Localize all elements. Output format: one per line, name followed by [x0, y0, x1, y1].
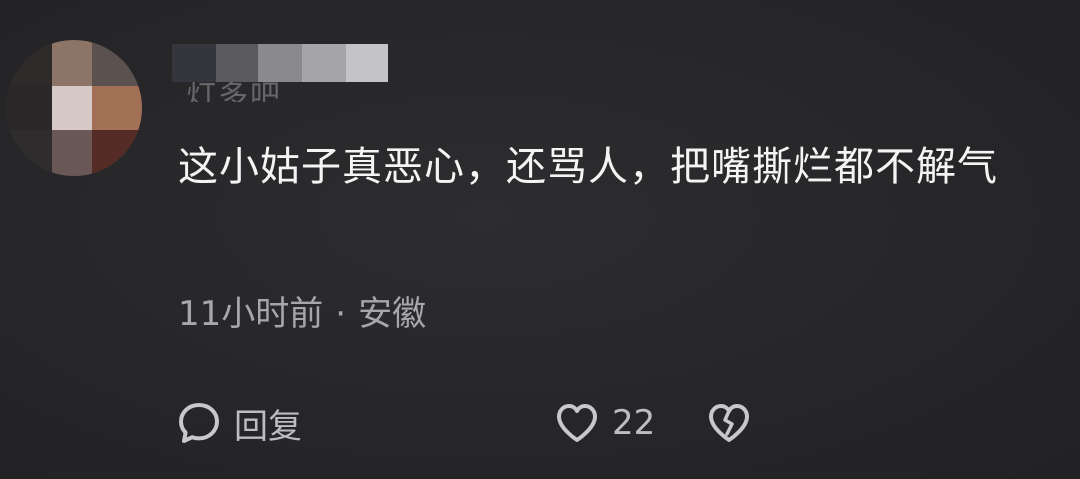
like-button[interactable]: 22: [554, 398, 655, 448]
username-text: 灯多吧: [186, 82, 282, 102]
avatar-pixel: [6, 40, 52, 86]
avatar-pixel: [52, 40, 92, 86]
broken-heart-icon: [706, 400, 752, 446]
username-obscured[interactable]: 灯多吧: [172, 42, 392, 102]
reply-label: 回复: [234, 406, 302, 447]
avatar-pixel: [92, 86, 142, 130]
avatar[interactable]: [6, 40, 142, 176]
mosaic-block: [172, 44, 216, 82]
mosaic-block: [302, 44, 346, 82]
avatar-pixel: [6, 86, 52, 130]
avatar-pixel: [92, 130, 142, 176]
speech-bubble-icon: [176, 400, 222, 446]
comment-time: 11小时前: [178, 294, 324, 334]
avatar-pixel: [52, 130, 92, 176]
avatar-pixel: [6, 130, 52, 176]
comment-meta: 11小时前 · 安徽: [178, 290, 426, 338]
like-count: 22: [612, 403, 656, 443]
comment-location: 安徽: [358, 294, 427, 334]
comment-text: 这小姑子真恶心，还骂人，把嘴撕烂都不解气: [178, 144, 998, 190]
dislike-button[interactable]: [706, 398, 752, 448]
avatar-pixel: [92, 40, 142, 86]
mosaic-block: [216, 44, 258, 82]
mosaic-block: [346, 44, 388, 82]
meta-separator: ·: [335, 294, 347, 334]
reply-button[interactable]: 回复: [176, 398, 302, 448]
mosaic-block: [258, 44, 302, 82]
avatar-pixel: [52, 86, 92, 130]
heart-outline-icon: [554, 400, 600, 446]
